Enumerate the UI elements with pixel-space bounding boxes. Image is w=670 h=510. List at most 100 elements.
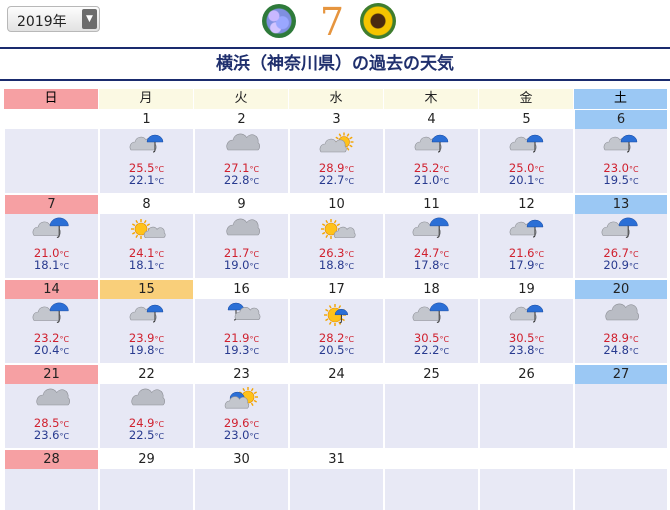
cloud-umbrella-icon (601, 217, 638, 238)
day-cell[interactable]: 18 30.5°C 22.2°C (384, 279, 479, 364)
low-temp: 20.1°C (508, 173, 545, 187)
day-cell[interactable]: 1 25.5°C 22.1°C (99, 109, 194, 194)
weekday-header: 日 (4, 89, 99, 109)
cloud-umbrella-icon (32, 217, 69, 238)
sun-umbrella-cloud-icon (224, 387, 258, 409)
low-temp: 21.0°C (413, 173, 450, 187)
chevron-down-icon: ▼ (82, 9, 97, 29)
day-number: 19 (480, 280, 573, 299)
day-cell[interactable]: 24 (289, 364, 384, 449)
umbrella-cloud-icon (227, 302, 260, 321)
day-cell[interactable]: 26 (479, 364, 574, 449)
low-temp: 18.1°C (128, 258, 165, 272)
weekday-header: 火 (194, 89, 289, 109)
day-number: 24 (290, 365, 383, 384)
day-number: 25 (385, 365, 478, 384)
empty-day-cell (4, 109, 99, 194)
rain-cloud-icon (509, 134, 543, 153)
day-number: 29 (100, 450, 193, 469)
day-cell[interactable]: 14 23.2°C 20.4°C (4, 279, 99, 364)
low-temp: 18.8°C (318, 258, 355, 272)
day-number: 1 (100, 110, 193, 129)
sun-umbrella-icon (323, 304, 348, 326)
rain-cloud-icon (129, 134, 163, 153)
day-cell[interactable]: 8 24.1°C 18.1°C (99, 194, 194, 279)
cloud-umbrella-icon (412, 217, 449, 238)
day-number: 21 (5, 365, 98, 384)
day-cell[interactable]: 23 29.6°C 23.0°C (194, 364, 289, 449)
day-cell[interactable]: 11 24.7°C 17.8°C (384, 194, 479, 279)
calendar-grid: 日月火水木金土 1 25.5°C 22.1°C 2 27.1°C 22.8°C 3 28.9°C… (4, 89, 668, 510)
rain-cloud-icon (129, 304, 163, 323)
day-cell[interactable]: 13 26.7°C 20.9°C (574, 194, 668, 279)
empty-day-header (575, 450, 667, 469)
day-cell[interactable]: 31 (289, 449, 384, 510)
day-number: 14 (5, 280, 98, 299)
day-cell[interactable]: 28 (4, 449, 99, 510)
year-select[interactable]: 2019年 ▼ (7, 6, 100, 32)
low-temp: 22.8°C (223, 173, 260, 187)
cloud-umbrella-icon (32, 302, 69, 323)
rain-cloud-icon (414, 134, 448, 153)
low-temp: 22.1°C (128, 173, 165, 187)
day-cell[interactable]: 3 28.9°C 22.7°C (289, 109, 384, 194)
low-temp: 23.6°C (33, 428, 70, 442)
cloud-icon (605, 303, 639, 321)
day-cell[interactable]: 15 23.9°C 19.8°C (99, 279, 194, 364)
low-temp: 24.8°C (603, 343, 639, 357)
title-bar: 横浜（神奈川県）の過去の天気 (0, 47, 670, 81)
low-temp: 18.1°C (33, 258, 70, 272)
day-number: 12 (480, 195, 573, 214)
day-cell[interactable]: 30 (194, 449, 289, 510)
low-temp: 19.0°C (223, 258, 260, 272)
day-cell[interactable]: 22 24.9°C 22.5°C (99, 364, 194, 449)
low-temp: 22.5°C (128, 428, 165, 442)
rain-cloud-icon (509, 219, 543, 238)
day-number: 13 (575, 195, 667, 214)
rain-cloud-icon (603, 134, 638, 153)
day-cell[interactable]: 4 25.2°C 21.0°C (384, 109, 479, 194)
day-cell[interactable]: 27 (574, 364, 668, 449)
low-temp: 22.2°C (413, 343, 450, 357)
sunflower-image (360, 3, 396, 39)
day-cell[interactable]: 25 (384, 364, 479, 449)
empty-day-header (385, 450, 478, 469)
day-cell[interactable]: 2 27.1°C 22.8°C (194, 109, 289, 194)
year-select-value: 2019年 (17, 14, 67, 30)
day-cell[interactable]: 5 25.0°C 20.1°C (479, 109, 574, 194)
day-number: 17 (290, 280, 383, 299)
empty-day-cell (574, 449, 668, 510)
day-cell[interactable]: 12 21.6°C 17.9°C (479, 194, 574, 279)
day-cell[interactable]: 7 21.0°C 18.1°C (4, 194, 99, 279)
day-cell[interactable]: 16 21.9°C 19.3°C (194, 279, 289, 364)
day-cell[interactable]: 9 21.7°C 19.0°C (194, 194, 289, 279)
day-cell[interactable]: 19 30.5°C 23.8°C (479, 279, 574, 364)
day-cell[interactable]: 6 23.0°C 19.5°C (574, 109, 668, 194)
day-cell[interactable]: 20 28.9°C 24.8°C (574, 279, 668, 364)
low-temp: 20.4°C (33, 343, 70, 357)
day-number: 9 (195, 195, 288, 214)
day-number: 11 (385, 195, 478, 214)
day-number: 16 (195, 280, 288, 299)
day-cell[interactable]: 21 28.5°C 23.6°C (4, 364, 99, 449)
day-number: 8 (100, 195, 193, 214)
day-number: 20 (575, 280, 667, 299)
day-number: 5 (480, 110, 573, 129)
day-number: 26 (480, 365, 573, 384)
low-temp: 23.0°C (223, 428, 260, 442)
day-number: 28 (5, 450, 98, 469)
day-cell[interactable]: 10 26.3°C 18.8°C (289, 194, 384, 279)
low-temp: 17.9°C (508, 258, 545, 272)
weekday-header: 水 (289, 89, 384, 109)
weekday-header: 土 (574, 89, 668, 109)
weekday-header: 月 (99, 89, 194, 109)
empty-day-header (5, 110, 98, 129)
empty-day-cell (479, 449, 574, 510)
sun-cloud-icon (130, 219, 166, 239)
day-cell[interactable]: 17 28.2°C 20.5°C (289, 279, 384, 364)
day-number: 18 (385, 280, 478, 299)
cloud-icon (225, 218, 260, 236)
day-cell[interactable]: 29 (99, 449, 194, 510)
low-temp: 17.8°C (413, 258, 450, 272)
day-number: 31 (290, 450, 383, 469)
